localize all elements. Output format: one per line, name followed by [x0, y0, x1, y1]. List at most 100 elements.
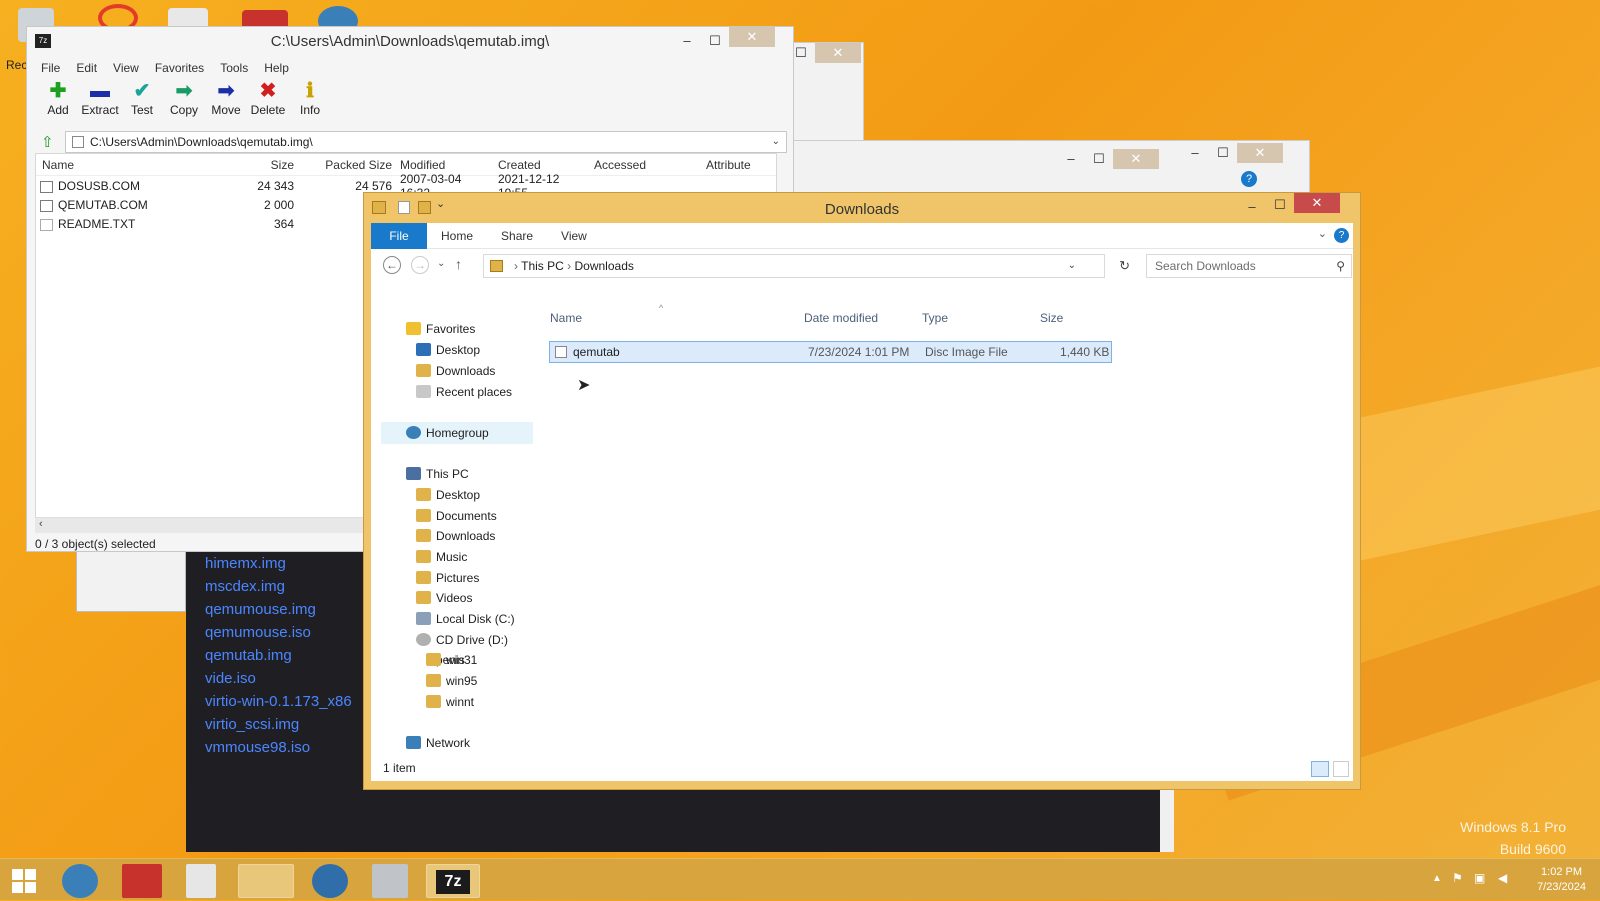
title-bar[interactable]: ⌄ Downloads – ☐ ✕ [364, 193, 1360, 223]
close-button[interactable]: ✕ [729, 27, 775, 47]
nav-favorites[interactable]: Favorites [406, 319, 475, 339]
nav-videos[interactable]: Videos [416, 588, 472, 608]
close-button[interactable]: ✕ [1237, 143, 1283, 163]
list-item[interactable]: vmmouse98.iso [205, 736, 352, 759]
menu-help[interactable]: Help [264, 61, 289, 75]
network-status-icon[interactable]: ▣ [1474, 871, 1485, 885]
menu-view[interactable]: View [113, 61, 139, 75]
nav-network[interactable]: Network [406, 733, 470, 753]
show-hidden-icons-icon[interactable]: ▲ [1432, 873, 1442, 884]
column-date-modified[interactable]: Date modified [804, 311, 878, 325]
maximize-button[interactable]: ☐ [1266, 195, 1294, 215]
nav-documents[interactable]: Documents [416, 506, 497, 526]
breadcrumb-downloads[interactable]: Downloads [575, 259, 634, 273]
chevron-down-icon[interactable]: ⌄ [772, 132, 780, 152]
minimize-button[interactable]: – [1238, 197, 1266, 217]
column-size[interactable]: Size [1040, 311, 1063, 325]
tab-share[interactable]: Share [487, 223, 547, 249]
search-input[interactable]: Search Downloads ⚲ [1146, 254, 1352, 278]
clock[interactable]: 1:02 PM 7/23/2024 [1537, 865, 1586, 895]
column-accessed[interactable]: Accessed [586, 158, 706, 172]
list-item[interactable]: qemutab.img [205, 644, 352, 667]
tab-file[interactable]: File [371, 222, 427, 249]
menu-edit[interactable]: Edit [76, 61, 97, 75]
volume-muted-icon[interactable]: ◀ [1498, 871, 1507, 885]
help-icon[interactable]: ? [1241, 171, 1257, 187]
explorer-taskbar-icon[interactable] [238, 864, 294, 898]
title-bar[interactable]: 7z C:\Users\Admin\Downloads\qemutab.img\… [27, 27, 793, 57]
network-tool-taskbar-icon[interactable] [372, 864, 408, 898]
sevenzip-taskbar-icon[interactable]: 7z [426, 864, 480, 898]
maximize-button[interactable]: ☐ [1209, 143, 1237, 163]
list-item[interactable]: virtio-win-0.1.173_x86 [205, 690, 352, 713]
up-arrow-icon[interactable]: ↑ [455, 256, 462, 272]
column-packed-size[interactable]: Packed Size [294, 158, 392, 172]
list-item[interactable]: mscdex.img [205, 575, 352, 598]
nav-local-disk[interactable]: Local Disk (C:) [416, 609, 515, 629]
notepad-taskbar-icon[interactable] [186, 864, 216, 898]
tab-home[interactable]: Home [427, 223, 487, 249]
file-row-selected[interactable]: qemutab 7/23/2024 1:01 PM Disc Image Fil… [549, 341, 1112, 363]
breadcrumb[interactable]: › This PC › Downloads ⌄ ↻ [483, 254, 1130, 278]
nav-pc-desktop[interactable]: Desktop [416, 485, 480, 505]
nav-pc-downloads[interactable]: Downloads [416, 526, 495, 546]
tab-view[interactable]: View [547, 223, 601, 249]
copy-button[interactable]: ➡ Copy [163, 79, 205, 117]
list-item[interactable]: vide.iso [205, 667, 352, 690]
close-button[interactable]: ✕ [1113, 149, 1159, 169]
column-size[interactable]: Size [246, 158, 294, 172]
list-item[interactable]: virtio_scsi.img [205, 713, 352, 736]
minimize-button[interactable]: – [1057, 149, 1085, 169]
minimize-button[interactable]: – [1181, 143, 1209, 163]
chevron-down-icon[interactable]: ⌄ [1068, 255, 1076, 277]
refresh-icon[interactable]: ↻ [1119, 255, 1130, 277]
nav-music[interactable]: Music [416, 547, 467, 567]
add-button[interactable]: ✚ Add [37, 79, 79, 117]
menu-tools[interactable]: Tools [220, 61, 248, 75]
maximize-button[interactable]: ☐ [701, 31, 729, 51]
recent-locations-icon[interactable]: ⌄ [437, 258, 445, 269]
column-type[interactable]: Type [922, 311, 948, 325]
close-button[interactable]: ✕ [815, 43, 861, 63]
globe-taskbar-icon[interactable] [312, 864, 348, 898]
nav-this-pc[interactable]: This PC [406, 464, 469, 484]
column-attributes[interactable]: Attribute [706, 158, 776, 172]
extract-button[interactable]: ▬ Extract [79, 79, 121, 117]
nav-downloads[interactable]: Downloads [416, 361, 495, 381]
info-button[interactable]: ℹ Info [289, 79, 331, 117]
scroll-left-icon[interactable]: ‹ [39, 518, 43, 530]
path-input[interactable]: C:\Users\Admin\Downloads\qemutab.img\ ⌄ [65, 131, 787, 153]
maximize-button[interactable]: ☐ [1085, 149, 1113, 169]
flag-icon[interactable]: ⚑ [1452, 871, 1463, 885]
nav-cd-drive[interactable]: CD Drive (D:) penis [416, 630, 531, 667]
browser-taskbar-icon[interactable] [62, 864, 98, 898]
search-icon[interactable]: ⚲ [1336, 255, 1345, 277]
help-icon[interactable]: ? [1334, 228, 1349, 243]
column-name[interactable]: Name [550, 311, 582, 325]
list-item[interactable]: himemx.img [205, 552, 352, 575]
delete-button[interactable]: ✖ Delete [247, 79, 289, 117]
minimize-button[interactable]: – [673, 31, 701, 51]
column-modified[interactable]: Modified [392, 158, 490, 172]
nav-winnt[interactable]: winnt [426, 692, 474, 712]
nav-recent-places[interactable]: Recent places [416, 382, 512, 402]
menu-favorites[interactable]: Favorites [155, 61, 204, 75]
nav-win95[interactable]: win95 [426, 671, 477, 691]
start-button[interactable] [6, 864, 42, 898]
expand-ribbon-icon[interactable]: ⌄ [1318, 227, 1327, 240]
back-arrow-icon[interactable]: ← [383, 256, 401, 274]
large-icons-view-icon[interactable] [1333, 761, 1349, 777]
details-view-icon[interactable] [1311, 761, 1329, 777]
nav-desktop[interactable]: Desktop [416, 340, 480, 360]
close-button[interactable]: ✕ [1294, 193, 1340, 213]
column-name[interactable]: Name [36, 158, 246, 172]
breadcrumb-this-pc[interactable]: This PC [521, 259, 564, 273]
nav-win31[interactable]: win31 [426, 650, 477, 670]
forward-arrow-icon[interactable]: → [411, 256, 429, 274]
scrollbar[interactable] [1160, 780, 1174, 852]
list-item[interactable]: qemumouse.iso [205, 621, 352, 644]
nav-homegroup[interactable]: Homegroup [406, 423, 489, 443]
move-button[interactable]: ➡ Move [205, 79, 247, 117]
mail-taskbar-icon[interactable] [122, 864, 162, 898]
up-folder-icon[interactable]: ⇧ [41, 133, 54, 151]
